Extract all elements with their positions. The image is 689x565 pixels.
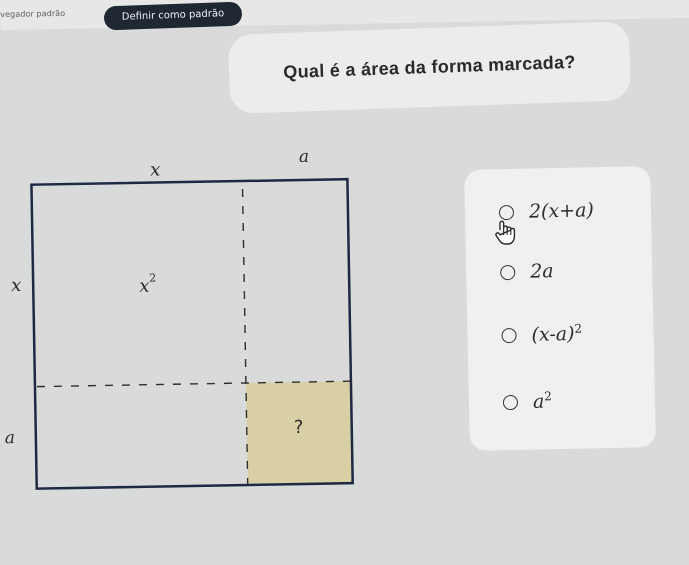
answer-option-3-label: (x-a)2 (531, 322, 582, 346)
question-card: Qual é a área da forma marcada? (227, 21, 632, 114)
answer-option-3[interactable]: (x-a)2 (467, 311, 654, 357)
top-label-a: a (299, 147, 309, 167)
set-default-button[interactable]: Definir como padrão (103, 1, 243, 31)
marked-square-label: ? (294, 417, 304, 438)
browser-default-text: vegador padrão (0, 8, 66, 19)
hand-pointer-icon (495, 220, 516, 245)
area-diagram-svg: x a x a x2 ? (5, 147, 354, 490)
question-text: Qual é a área da forma marcada? (283, 51, 576, 83)
answer-option-4-label: a2 (533, 390, 552, 414)
answer-option-3-base: (x-a) (531, 323, 575, 347)
answer-option-4-exponent: 2 (544, 389, 552, 404)
answer-option-4-base: a (532, 391, 545, 414)
area-label-x-squared: x2 (139, 272, 157, 297)
answer-option-1-label: 2(x+a) (528, 199, 595, 223)
answer-option-2-radio[interactable] (500, 264, 516, 280)
area-label-base: x (139, 276, 150, 297)
answer-option-4-radio[interactable] (502, 394, 519, 410)
answer-option-3-exponent: 2 (574, 321, 583, 337)
left-label-a: a (5, 428, 15, 448)
area-label-exponent: 2 (149, 272, 156, 285)
top-label-x: x (150, 159, 161, 180)
area-diagram: x a x a x2 ? (0, 137, 378, 523)
answer-option-2[interactable]: 2a (466, 248, 653, 294)
left-label-x: x (11, 275, 22, 296)
answer-option-4[interactable]: a2 (469, 378, 656, 424)
answer-options-panel: 2(x+a) 2a (x-a)2 a2 (464, 166, 656, 451)
answer-option-3-radio[interactable] (501, 327, 517, 343)
answer-option-2-label: 2a (529, 260, 554, 283)
answer-option-1-radio[interactable] (498, 204, 515, 220)
